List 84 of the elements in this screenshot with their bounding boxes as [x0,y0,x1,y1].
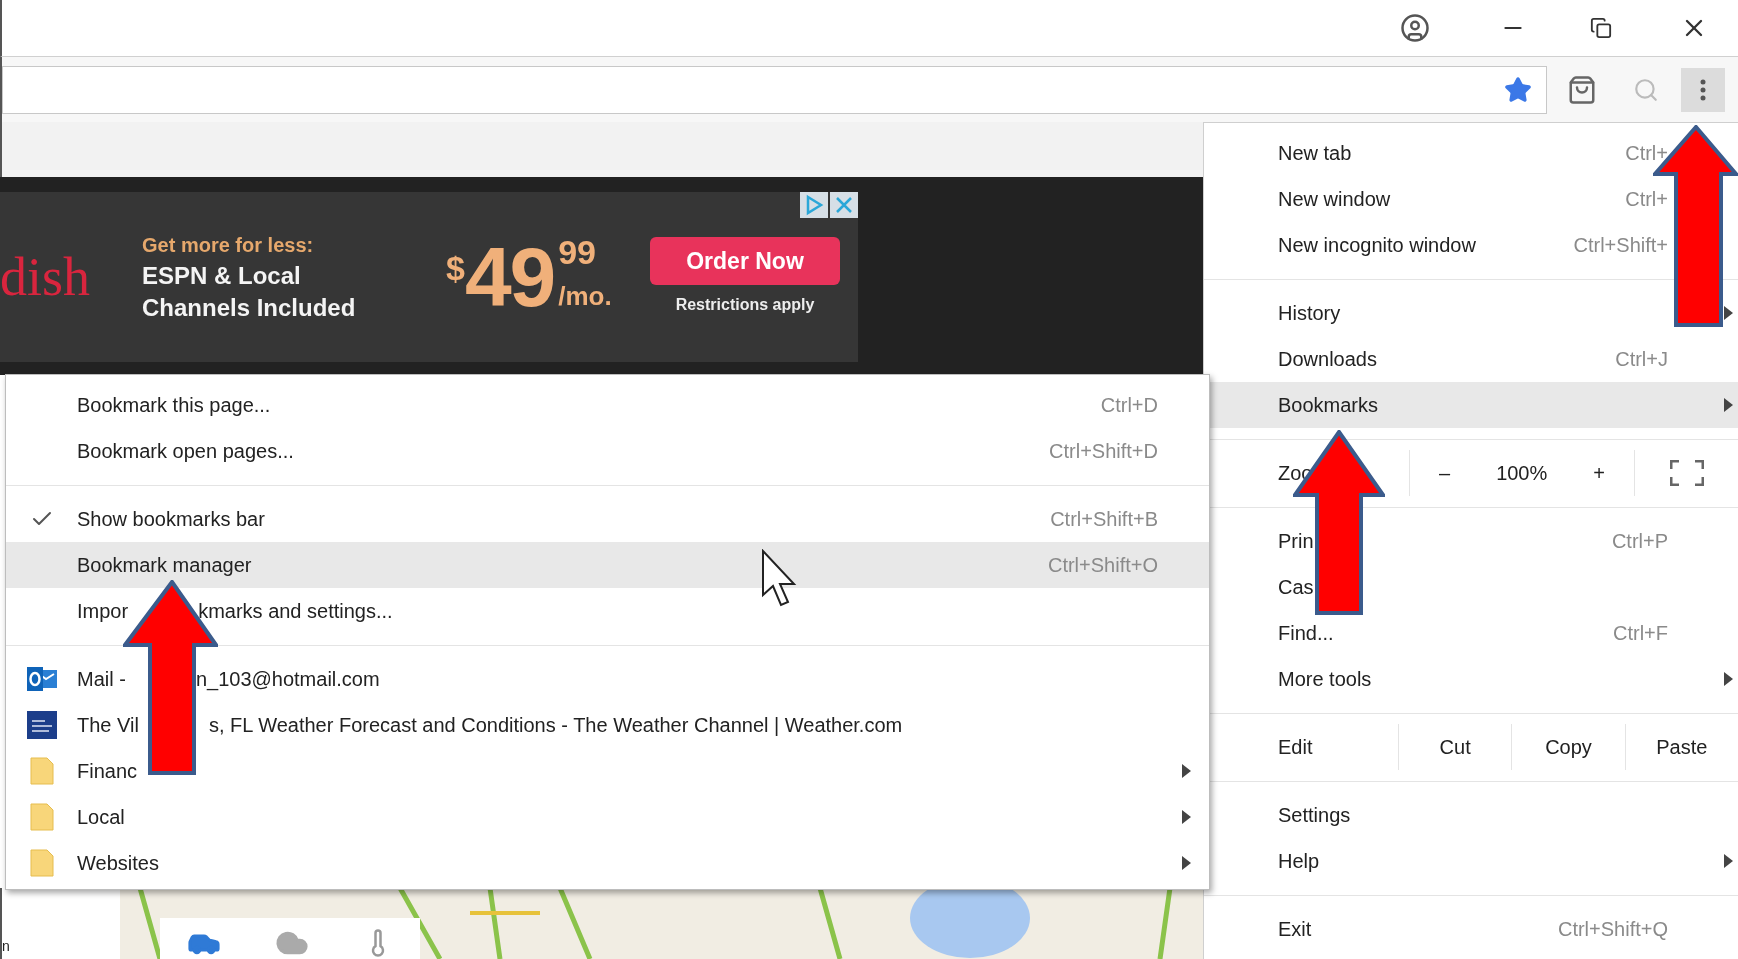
more-icon [1700,78,1706,101]
submenu-arrow-icon [1724,672,1733,686]
mail-app-icon [25,666,58,692]
folder-icon [29,849,54,877]
menu-item[interactable]: Financ [6,748,1209,794]
ad-tagline: Get more for less: [142,233,315,258]
shortcut-text: Ctrl+Shift+B [1050,507,1158,532]
submenu-arrow-icon [1182,810,1191,824]
zoom-level: 100% [1496,461,1548,486]
menu-item-label: n_103@hotmail.com [195,667,380,693]
price-period: /mo. [558,280,612,313]
ad-disclaimer: Restrictions apply [675,295,815,315]
menu-item-label: The Vil [77,713,139,738]
menu-item-label: Show bookmarks bar [77,507,265,532]
submenu-arrow-icon [1182,856,1191,870]
zoom-out-button[interactable]: – [1427,458,1463,488]
currency-symbol: $ [446,249,465,287]
shortcut-text: Ctrl+Shift+ [1573,233,1668,258]
submenu-arrow-icon [1724,306,1733,320]
menu-item[interactable]: Impor kmarks and settings... [6,588,1209,634]
menu-item-label: Downloads [1278,347,1377,372]
menu-item-label: Cas [1278,575,1314,600]
ad-headline: Channels Included [142,293,357,323]
edit-action-button[interactable]: Paste [1624,724,1738,770]
bookmark-star-icon[interactable] [1504,75,1532,104]
ad-headline: ESPN & Local [142,261,302,291]
shortcut-text: Ctrl+ [1625,187,1668,212]
menu-item-label: Settings [1278,803,1351,828]
menu-item-label: Bookmark this page... [77,393,271,418]
price-cents: 99 [558,235,597,269]
menu-item-label: Bookmarks [1278,393,1379,418]
menu-item[interactable]: Websites [6,840,1209,886]
menu-item[interactable]: Bookmark manager Ctrl+Shift+O [6,542,1209,588]
menu-item-label: Websites [77,851,159,876]
menu-item[interactable]: Mail - n_103@hotmail.com [6,656,1209,702]
folder-icon [29,757,54,785]
order-now-button[interactable]: Order Now [650,237,840,285]
menu-item[interactable]: Bookmark this page... Ctrl+D [6,382,1209,428]
menu-item-label: New window [1278,187,1391,212]
shortcut-text: Ctrl+J [1615,347,1668,372]
shortcut-text: Ctrl+Shift+Q [1557,917,1668,942]
site-logo-icon [26,711,57,739]
submenu-arrow-icon [1724,398,1733,412]
menu-item-label: Mail - [77,667,126,692]
shortcut-text: Ctrl+D [1100,393,1158,418]
menu-item-label: Exit [1278,917,1312,942]
page-text: n [2,939,10,953]
menu-item[interactable]: Local [6,794,1209,840]
menu-item-label: More tools [1278,667,1372,692]
shortcut-text: Ctrl+F [1613,621,1668,646]
shortcut-text: Ctrl+P [1611,529,1668,554]
submenu-arrow-icon [1182,764,1191,778]
edit-label: Edit [1278,735,1313,760]
menu-item-label: Prin [1278,529,1314,554]
menu-item-label: Bookmark manager [77,553,252,578]
menu-item-label: Help [1278,849,1320,874]
menu-item-label: New tab [1278,141,1352,166]
shortcut-text: Ctrl+ [1625,141,1668,166]
shortcut-text: Ctrl+Shift+D [1049,439,1158,464]
ad-price: 49 [464,235,555,319]
menu-item-label: Financ [77,759,138,784]
menu-button[interactable] [1681,67,1725,112]
menu-item[interactable]: The Vil s, FL Weather Forecast and Conditions - The Weather Channel | Weather.com [6,702,1209,748]
fullscreen-icon[interactable] [1669,460,1704,486]
shortcut-text: Ctrl+Shift+O [1047,553,1158,578]
shopping-bag-icon[interactable] [1567,74,1597,105]
menu-item-label: New incognito window [1278,233,1476,258]
zoom-in-button[interactable]: + [1581,458,1617,488]
edit-action-button[interactable]: Copy [1511,724,1625,770]
edit-action-button[interactable]: Cut [1398,724,1512,770]
menu-item-label: Impor [77,599,129,624]
profile-icon[interactable] [1400,13,1430,43]
menu-item-label: Find... [1278,621,1334,646]
submenu-arrow-icon [1724,854,1733,868]
menu-item-label: s, FL Weather Forecast and Conditions - The Weather Channel | Weather.com [208,713,903,738]
menu-item-label: Local [77,805,125,830]
folder-icon [29,803,54,831]
brand-logo: dish [0,250,92,304]
menu-item[interactable]: Show bookmarks bar Ctrl+Shift+B [6,496,1209,542]
menu-item-label: History [1278,301,1341,326]
menu-item[interactable]: Bookmark open pages... Ctrl+Shift+D [6,428,1209,474]
menu-item-label: Bookmark open pages... [77,439,294,464]
restore-icon[interactable] [1590,17,1612,39]
menu-item-label: kmarks and settings... [198,599,393,624]
